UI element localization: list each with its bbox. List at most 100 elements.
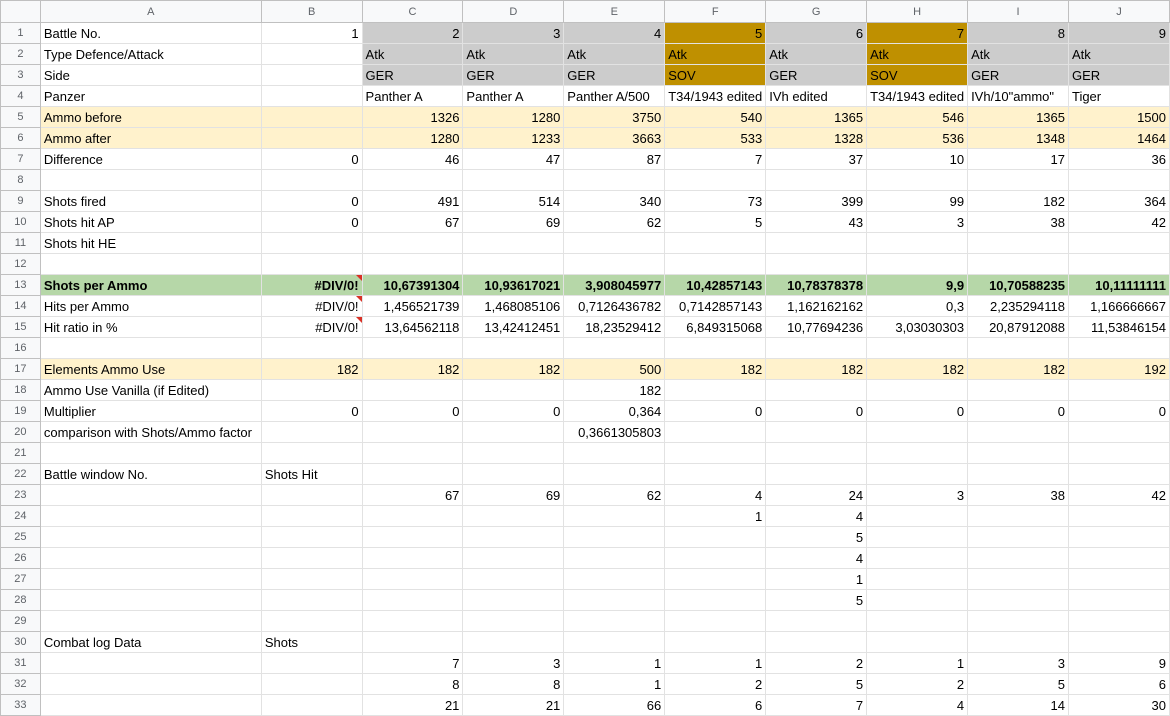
cell-a16[interactable]: [39, 337, 262, 359]
cell-g21[interactable]: [765, 442, 868, 464]
cell-c27[interactable]: [361, 568, 464, 590]
cell-e32[interactable]: 1: [563, 673, 666, 695]
row-header-14[interactable]: 14: [0, 295, 41, 317]
cell-a28[interactable]: [39, 589, 262, 611]
cell-d25[interactable]: [462, 526, 565, 548]
cell-d22[interactable]: [462, 463, 565, 485]
cell-b28[interactable]: [260, 589, 363, 611]
cell-a27[interactable]: [39, 568, 262, 590]
cell-i8[interactable]: [967, 169, 1069, 191]
cell-i16[interactable]: [967, 337, 1069, 359]
cell-h8[interactable]: [866, 169, 969, 191]
cell-b12[interactable]: [260, 253, 363, 275]
cell-a33[interactable]: [39, 694, 262, 716]
cell-c26[interactable]: [361, 547, 464, 569]
cell-f13[interactable]: 10,42857143: [664, 274, 767, 296]
cell-a21[interactable]: [39, 442, 262, 464]
cell-c20[interactable]: [361, 421, 464, 443]
cell-e10[interactable]: 62: [563, 211, 666, 233]
cell-e1[interactable]: 4: [563, 22, 666, 44]
row-header-13[interactable]: 13: [0, 274, 41, 296]
cell-b21[interactable]: [260, 442, 363, 464]
cell-i15[interactable]: 20,87912088: [967, 316, 1069, 338]
cell-e29[interactable]: [563, 610, 666, 632]
cell-f19[interactable]: 0: [664, 400, 767, 422]
cell-b31[interactable]: [260, 652, 363, 674]
cell-f8[interactable]: [664, 169, 767, 191]
cell-g15[interactable]: 10,77694236: [765, 316, 868, 338]
cell-f31[interactable]: 1: [664, 652, 767, 674]
cell-c1[interactable]: 2: [361, 22, 464, 44]
cell-c22[interactable]: [361, 463, 464, 485]
cell-b1[interactable]: 1: [260, 22, 363, 44]
cell-d19[interactable]: 0: [462, 400, 565, 422]
cell-a19[interactable]: Multiplier: [39, 400, 262, 422]
cell-j6[interactable]: 1464: [1067, 127, 1170, 149]
cell-c3[interactable]: GER: [361, 64, 464, 86]
cell-j10[interactable]: 42: [1067, 211, 1170, 233]
cell-i21[interactable]: [967, 442, 1069, 464]
cell-a4[interactable]: Panzer: [39, 85, 262, 107]
cell-g18[interactable]: [765, 379, 868, 401]
cell-j32[interactable]: 6: [1067, 673, 1170, 695]
cell-i30[interactable]: [967, 631, 1069, 653]
cell-b29[interactable]: [260, 610, 363, 632]
cell-g25[interactable]: 5: [765, 526, 868, 548]
cell-g11[interactable]: [765, 232, 868, 254]
cell-j1[interactable]: 9: [1067, 22, 1170, 44]
cell-d30[interactable]: [462, 631, 565, 653]
cell-i1[interactable]: 8: [967, 22, 1069, 44]
cell-d17[interactable]: 182: [462, 358, 565, 380]
cell-b3[interactable]: [260, 64, 363, 86]
cell-f28[interactable]: [664, 589, 767, 611]
cell-i23[interactable]: 38: [967, 484, 1069, 506]
cell-j7[interactable]: 36: [1067, 148, 1170, 170]
cell-i32[interactable]: 5: [967, 673, 1069, 695]
cell-h20[interactable]: [866, 421, 969, 443]
cell-d20[interactable]: [462, 421, 565, 443]
cell-a1[interactable]: Battle No.: [39, 22, 262, 44]
cell-h5[interactable]: 546: [866, 106, 969, 128]
cell-f27[interactable]: [664, 568, 767, 590]
cell-d16[interactable]: [462, 337, 565, 359]
cell-j8[interactable]: [1067, 169, 1170, 191]
cell-j21[interactable]: [1067, 442, 1170, 464]
cell-b7[interactable]: 0: [260, 148, 363, 170]
cell-j22[interactable]: [1067, 463, 1170, 485]
cell-b19[interactable]: 0: [260, 400, 363, 422]
cell-i33[interactable]: 14: [967, 694, 1069, 716]
row-header-31[interactable]: 31: [0, 652, 41, 674]
cell-h28[interactable]: [866, 589, 969, 611]
cell-e8[interactable]: [563, 169, 666, 191]
cell-h9[interactable]: 99: [866, 190, 969, 212]
cell-e20[interactable]: 0,3661305803: [563, 421, 666, 443]
row-header-1[interactable]: 1: [0, 22, 41, 44]
cell-i5[interactable]: 1365: [967, 106, 1069, 128]
cell-h33[interactable]: 4: [866, 694, 969, 716]
cell-d4[interactable]: Panther A: [462, 85, 565, 107]
cell-a14[interactable]: Hits per Ammo: [39, 295, 262, 317]
column-header-j[interactable]: J: [1067, 0, 1170, 23]
cell-e21[interactable]: [563, 442, 666, 464]
cell-b8[interactable]: [260, 169, 363, 191]
cell-g27[interactable]: 1: [765, 568, 868, 590]
cell-d31[interactable]: 3: [462, 652, 565, 674]
cell-i29[interactable]: [967, 610, 1069, 632]
cell-j24[interactable]: [1067, 505, 1170, 527]
cell-h27[interactable]: [866, 568, 969, 590]
cell-c21[interactable]: [361, 442, 464, 464]
cell-b25[interactable]: [260, 526, 363, 548]
cell-b23[interactable]: [260, 484, 363, 506]
cell-j17[interactable]: 192: [1067, 358, 1170, 380]
cell-h11[interactable]: [866, 232, 969, 254]
cell-j14[interactable]: 1,166666667: [1067, 295, 1170, 317]
cell-h26[interactable]: [866, 547, 969, 569]
row-header-20[interactable]: 20: [0, 421, 41, 443]
cell-b20[interactable]: [260, 421, 363, 443]
row-header-11[interactable]: 11: [0, 232, 41, 254]
cell-g22[interactable]: [765, 463, 868, 485]
cell-i2[interactable]: Atk: [967, 43, 1069, 65]
cell-a30[interactable]: Combat log Data: [39, 631, 262, 653]
cell-c7[interactable]: 46: [361, 148, 464, 170]
cell-i31[interactable]: 3: [967, 652, 1069, 674]
